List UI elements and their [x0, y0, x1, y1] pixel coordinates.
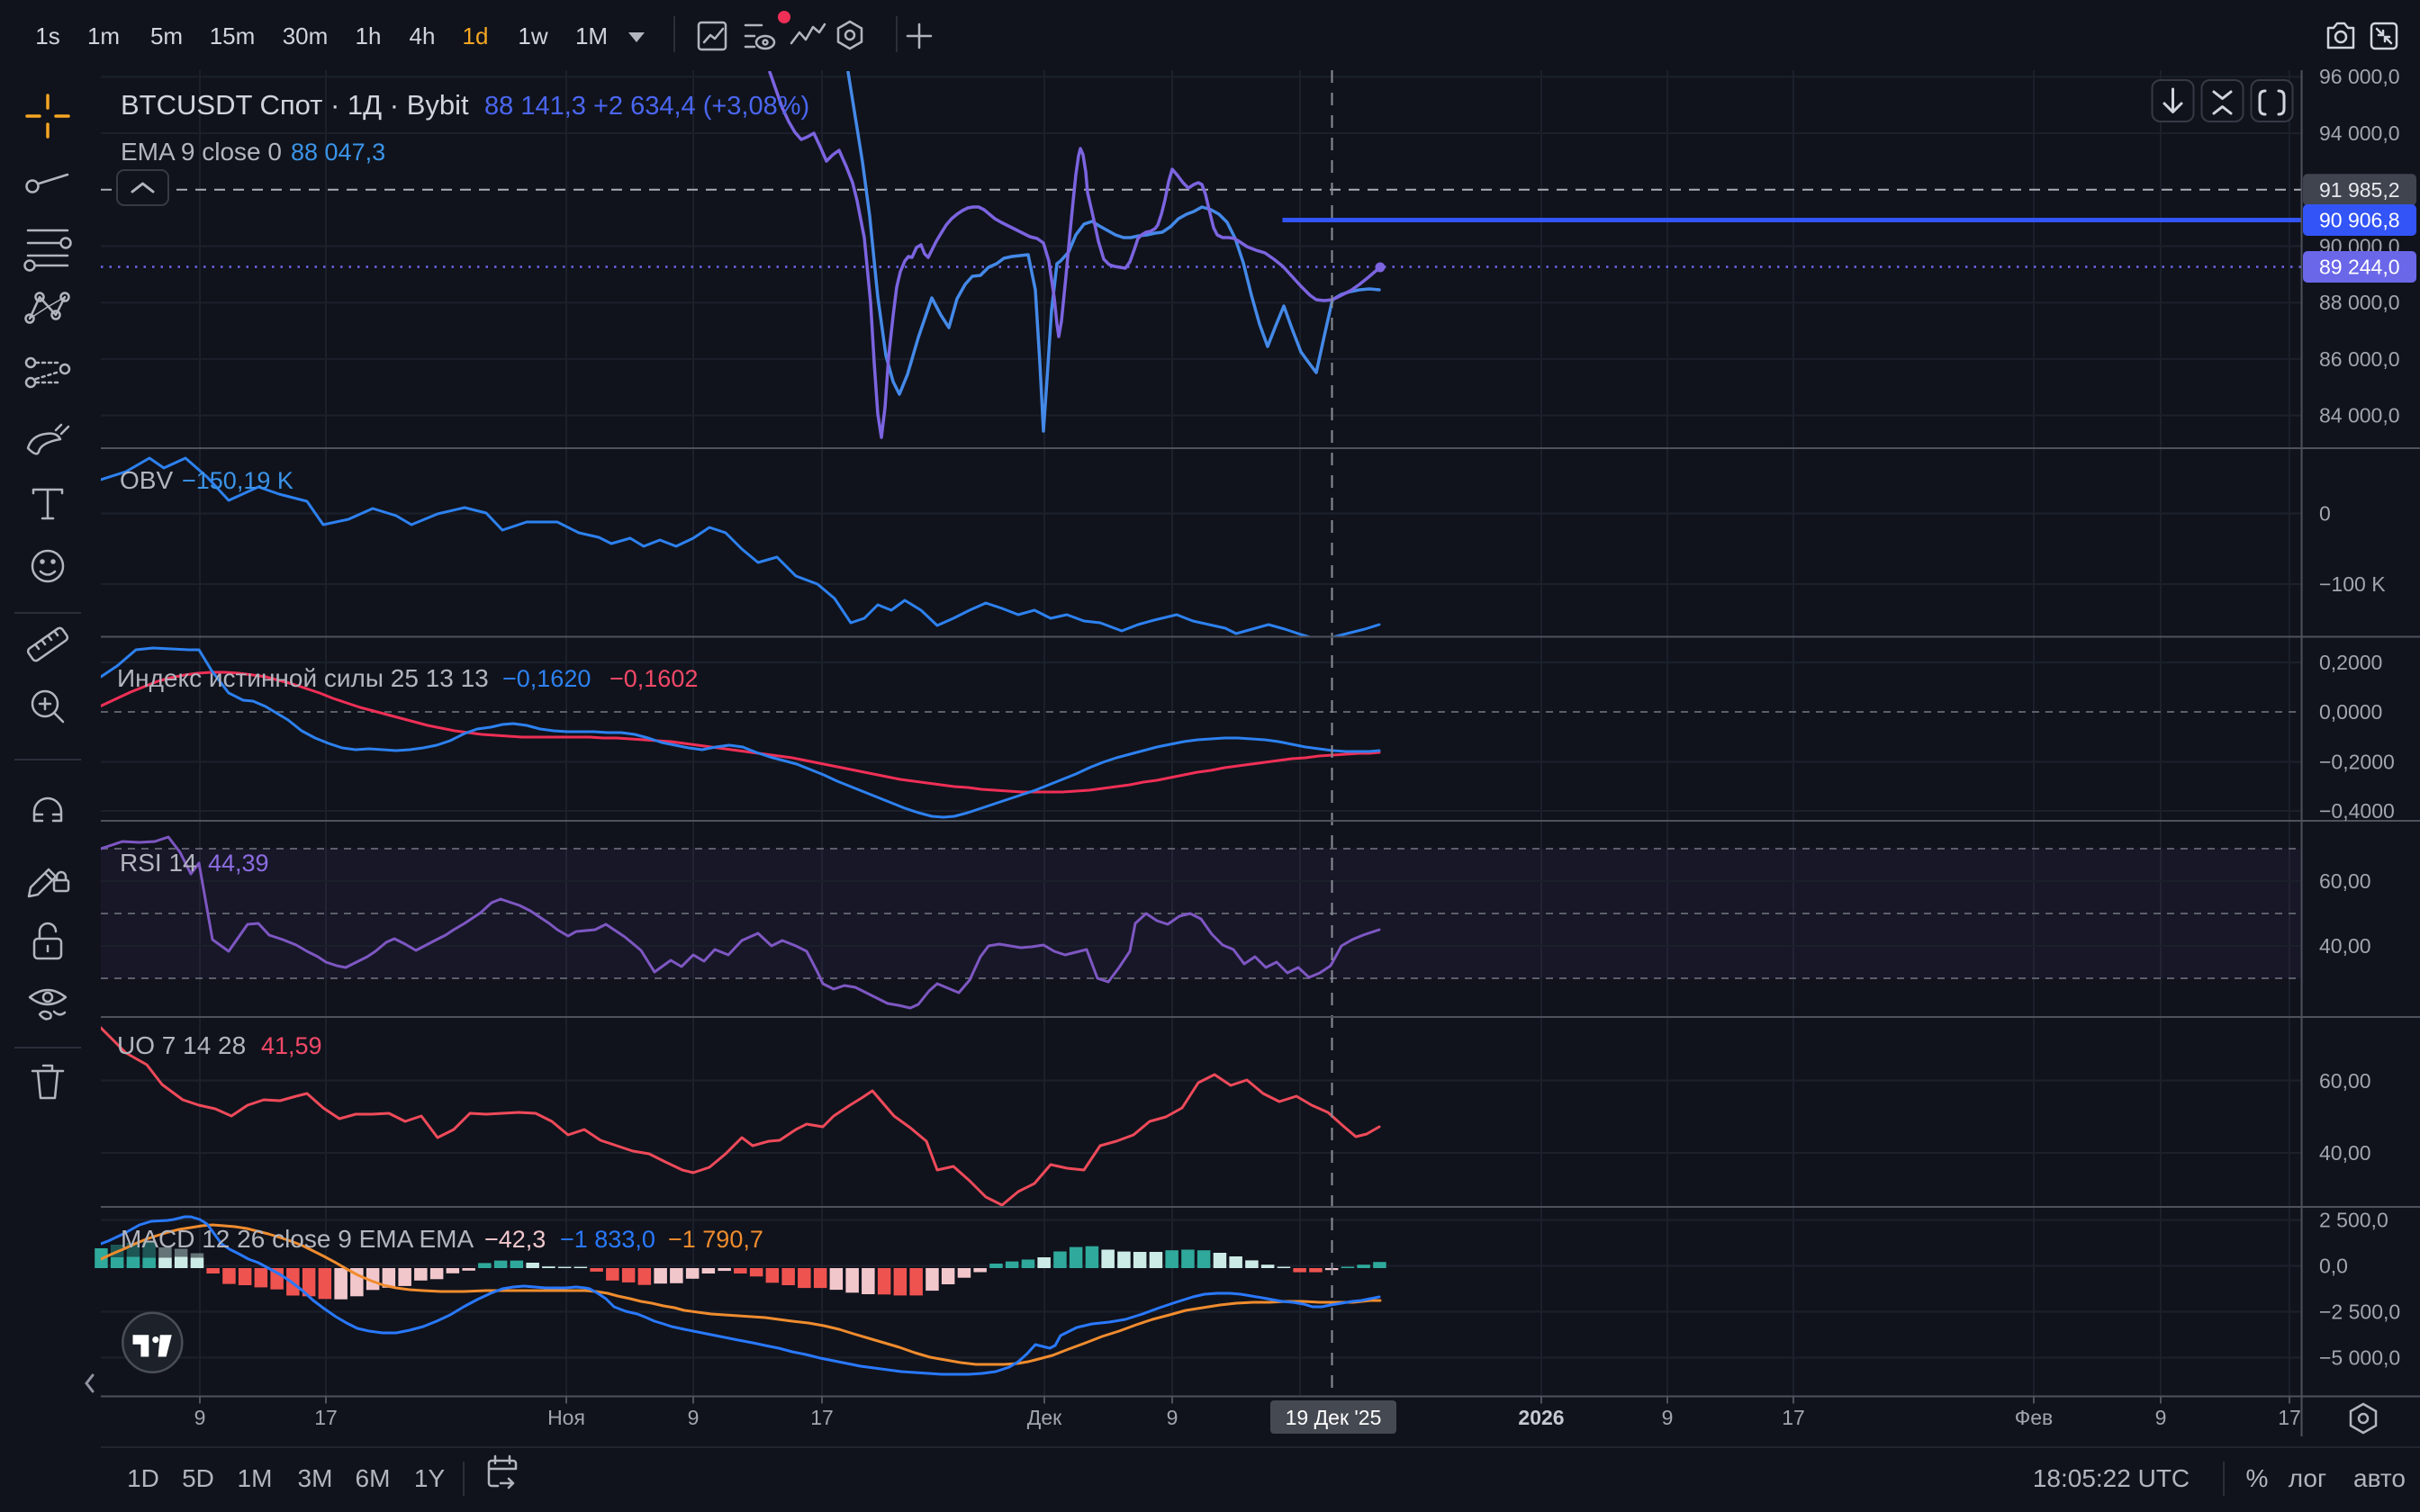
svg-text:9: 9 [1167, 1406, 1178, 1429]
svg-text:2 500,0: 2 500,0 [2319, 1209, 2388, 1232]
svg-text:60,00: 60,00 [2319, 1069, 2371, 1093]
svg-text:1M: 1M [575, 22, 608, 50]
svg-text:1w: 1w [518, 22, 547, 50]
svg-text:88 047,3: 88 047,3 [291, 139, 385, 166]
svg-text:1h: 1h [356, 22, 382, 50]
svg-text:−0,1602: −0,1602 [610, 665, 698, 692]
svg-text:6M: 6M [356, 1464, 391, 1492]
svg-text:60,00: 60,00 [2319, 869, 2371, 893]
svg-text:−0,2000: −0,2000 [2319, 751, 2395, 774]
svg-text:5m: 5m [150, 22, 183, 50]
svg-text:88 000,0: 88 000,0 [2319, 291, 2400, 314]
svg-text:0,0: 0,0 [2319, 1255, 2348, 1278]
svg-text:−42,3: −42,3 [484, 1226, 546, 1253]
svg-text:84 000,0: 84 000,0 [2319, 404, 2400, 428]
svg-text:90 906,8: 90 906,8 [2319, 209, 2400, 232]
svg-text:94 000,0: 94 000,0 [2319, 122, 2400, 145]
svg-text:EMA 9 close 0: EMA 9 close 0 [121, 138, 282, 166]
svg-text:RSI 14: RSI 14 [120, 849, 197, 877]
svg-text:−1 790,7: −1 790,7 [668, 1226, 763, 1253]
svg-text:17: 17 [1782, 1406, 1805, 1429]
svg-text:86 000,0: 86 000,0 [2319, 347, 2400, 371]
svg-text:1M: 1M [238, 1464, 273, 1492]
svg-text:15m: 15m [210, 22, 256, 50]
svg-text:9: 9 [688, 1406, 700, 1429]
svg-text:96 000,0: 96 000,0 [2319, 65, 2400, 88]
svg-text:5D: 5D [182, 1464, 214, 1492]
svg-text:88 141,3 +2 634,4 (+3,08%): 88 141,3 +2 634,4 (+3,08%) [484, 92, 809, 121]
svg-text:авто: авто [2353, 1464, 2406, 1492]
svg-text:40,00: 40,00 [2319, 934, 2371, 958]
svg-text:%: % [2246, 1464, 2269, 1492]
svg-text:−100 K: −100 K [2319, 572, 2386, 596]
svg-text:9: 9 [2155, 1406, 2167, 1429]
svg-text:BTCUSDT Спот · 1Д · Bybit: BTCUSDT Спот · 1Д · Bybit [121, 89, 469, 121]
svg-text:лог: лог [2289, 1464, 2326, 1492]
svg-text:0,2000: 0,2000 [2319, 651, 2382, 674]
svg-text:Фев: Фев [2015, 1406, 2054, 1429]
svg-text:17: 17 [810, 1406, 834, 1429]
svg-text:1D: 1D [127, 1464, 159, 1492]
svg-text:1Y: 1Y [414, 1464, 446, 1492]
svg-text:1m: 1m [87, 22, 120, 50]
svg-text:1d: 1d [463, 22, 489, 50]
svg-text:−150,19 K: −150,19 K [182, 467, 293, 494]
svg-text:0: 0 [2319, 502, 2331, 526]
svg-text:9: 9 [194, 1406, 206, 1429]
svg-text:40,00: 40,00 [2319, 1141, 2371, 1165]
svg-text:0,0000: 0,0000 [2319, 700, 2382, 724]
svg-text:4h: 4h [410, 22, 436, 50]
svg-text:−0,4000: −0,4000 [2319, 799, 2395, 823]
svg-text:41,59: 41,59 [261, 1032, 322, 1059]
svg-text:18:05:22 UTC: 18:05:22 UTC [2033, 1464, 2190, 1492]
svg-text:30m: 30m [283, 22, 329, 50]
svg-text:−2 500,0: −2 500,0 [2319, 1300, 2400, 1324]
svg-text:−0,1620: −0,1620 [502, 665, 591, 692]
svg-text:9: 9 [1662, 1406, 1674, 1429]
svg-text:−1 833,0: −1 833,0 [560, 1226, 655, 1253]
svg-text:1s: 1s [35, 22, 59, 50]
svg-text:Индекс истинной силы 25 13 13: Индекс истинной силы 25 13 13 [117, 664, 489, 692]
svg-text:−5 000,0: −5 000,0 [2319, 1346, 2400, 1370]
svg-text:Ноя: Ноя [547, 1406, 585, 1429]
svg-text:Дек: Дек [1027, 1406, 1062, 1429]
svg-text:17: 17 [2278, 1406, 2301, 1429]
svg-text:UO 7 14 28: UO 7 14 28 [117, 1031, 246, 1059]
svg-text:3M: 3M [298, 1464, 333, 1492]
svg-text:89 244,0: 89 244,0 [2319, 256, 2400, 279]
svg-text:17: 17 [314, 1406, 338, 1429]
svg-text:91 985,2: 91 985,2 [2319, 178, 2400, 202]
svg-text:44,39: 44,39 [208, 850, 269, 877]
svg-text:19 Дек '25: 19 Дек '25 [1286, 1406, 1382, 1429]
svg-text:MACD 12 26 close 9 EMA EMA: MACD 12 26 close 9 EMA EMA [121, 1225, 474, 1253]
svg-text:2026: 2026 [1518, 1406, 1564, 1429]
svg-text:OBV: OBV [120, 466, 173, 494]
